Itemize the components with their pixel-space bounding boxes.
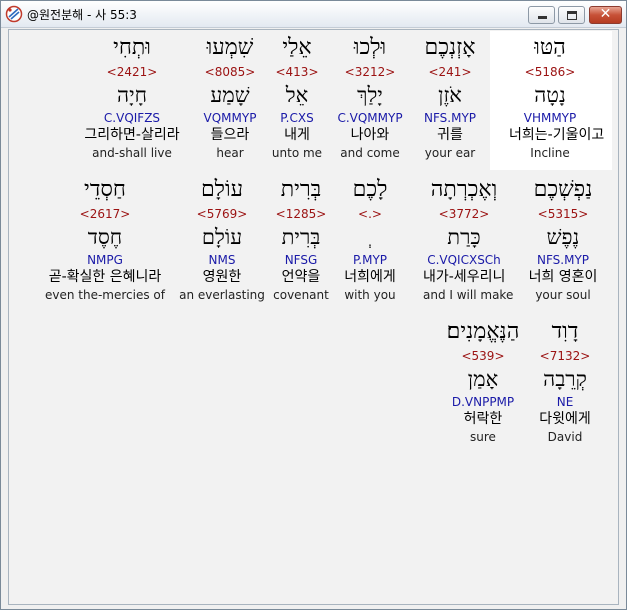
lemma: נָטָה — [534, 83, 566, 107]
korean-gloss: 영원한 — [202, 269, 242, 285]
strong-number[interactable]: <539> — [418, 348, 548, 364]
english-gloss: your ear — [424, 146, 476, 160]
morphology-code: NMPG — [87, 253, 123, 267]
english-gloss: Incline — [530, 146, 570, 160]
english-gloss: even the-mercies of — [45, 288, 165, 302]
hebrew-word: עוֹלָם — [200, 177, 244, 202]
strong-number[interactable]: <2421> — [67, 64, 197, 80]
strong-number[interactable]: <5315> — [522, 206, 604, 222]
lemma: חָיָה — [116, 83, 147, 107]
korean-gloss: 귀를 — [437, 127, 463, 143]
korean-gloss: 곧-확실한 은혜니라 — [48, 269, 162, 285]
strong-number[interactable]: <8085> — [189, 64, 271, 80]
hebrew-word: הַטּוּ — [534, 35, 566, 60]
korean-gloss: 그리하면-살리라 — [84, 127, 180, 143]
close-button[interactable]: ✕ — [589, 6, 622, 24]
word-item[interactable]: וּתְחִי <2421> חָיָה C.VQIFZS 그리하면-살리라 a… — [67, 32, 197, 161]
morphology-code: VHMMYP — [523, 111, 577, 125]
app-logo-icon — [5, 5, 23, 23]
maximize-button[interactable] — [558, 6, 585, 24]
english-gloss: your soul — [535, 288, 591, 302]
lemma: עוֹלָם — [201, 225, 243, 249]
app-window: @원전분해 - 사 55:3 ✕ הַטּוּ <5186> נָטָה VHM… — [0, 0, 627, 610]
korean-gloss: 내가-세우리니 — [423, 269, 506, 285]
korean-gloss: 너희는-기울이고 — [509, 127, 605, 143]
morphology-code: VQMMYP — [203, 111, 257, 125]
strong-number[interactable]: <5186> — [509, 64, 591, 80]
lemma: שָׁמַע — [210, 83, 250, 107]
english-gloss: hear — [216, 146, 244, 160]
maximize-icon — [567, 11, 577, 20]
morphology-code: C.VQICXSCh — [427, 253, 501, 267]
morphology-code: NFS.MYP — [423, 111, 477, 125]
strong-number[interactable]: <3772> — [423, 206, 505, 222]
morphology-code: D.VNPPMP — [451, 395, 515, 409]
word-item[interactable]: שִׁמְעוּ <8085> שָׁמַע VQMMYP 들으라 hear — [189, 32, 271, 161]
window-title: @원전분해 - 사 55:3 — [27, 8, 137, 22]
minimize-button[interactable] — [528, 6, 555, 24]
english-gloss: an everlasting — [179, 288, 265, 302]
lemma: חֶסֶד — [87, 225, 123, 249]
english-gloss: sure — [470, 430, 496, 444]
word-item[interactable]: עוֹלָם <5769> עוֹלָם NMS 영원한 an everlast… — [157, 174, 287, 303]
word-item[interactable]: נַפְשְׁכֶם <5315> נֶפֶשׁ NFS.MYP 너희 영혼이 … — [522, 174, 604, 303]
lemma: יָלַךְ — [357, 83, 383, 107]
title-bar[interactable]: @원전분해 - 사 55:3 ✕ — [1, 1, 626, 28]
word-item[interactable]: אָזְנְכֶם <241> אֹזֶן NFS.MYP 귀를 your ea… — [409, 32, 491, 161]
morphology-code: C.VQIFZS — [103, 111, 161, 125]
hebrew-word: וּלְכוּ — [353, 35, 387, 60]
korean-gloss: 들으라 — [210, 127, 250, 143]
lemma: כָּרַת — [447, 225, 481, 249]
hebrew-word: וּתְחִי — [113, 35, 151, 60]
hebrew-word: שִׁמְעוּ — [206, 35, 254, 60]
word-item[interactable]: וְאֶכְרְתָה <3772> כָּרַת C.VQICXSCh 내가-… — [423, 174, 514, 303]
close-icon: ✕ — [599, 6, 612, 22]
strong-number[interactable]: <2617> — [40, 206, 170, 222]
korean-gloss: 너희 영혼이 — [528, 269, 598, 285]
word-item[interactable]: חַסְדֵי <2617> חֶסֶד NMPG 곧-확실한 은혜니라 eve… — [40, 174, 170, 303]
morphology-code: C.VQMMYP — [337, 111, 403, 125]
morphology-code: NFS.MYP — [536, 253, 590, 267]
strong-number[interactable]: <3212> — [329, 64, 411, 80]
lemma: אָמַן — [467, 367, 499, 391]
minimize-icon — [538, 16, 547, 19]
lemma: נֶפֶשׁ — [546, 225, 580, 249]
word-item[interactable]: וּלְכוּ <3212> יָלַךְ C.VQMMYP 나아와 and c… — [329, 32, 411, 161]
english-gloss: and-shall live — [92, 146, 172, 160]
korean-gloss: 나아와 — [350, 127, 390, 143]
english-gloss: and I will make — [423, 288, 514, 302]
interlinear-panel[interactable]: הַטּוּ <5186> נָטָה VHMMYP 너희는-기울이고 Incl… — [8, 29, 619, 605]
hebrew-word: אָזְנְכֶם — [424, 35, 476, 60]
korean-gloss: 허락한 — [463, 411, 503, 427]
hebrew-word: הַנֶּאֱמָנִים׃ — [446, 319, 520, 344]
morphology-code: NMS — [208, 253, 236, 267]
strong-number[interactable]: <241> — [409, 64, 491, 80]
hebrew-word: נַפְשְׁכֶם — [533, 177, 593, 202]
english-gloss: and come — [340, 146, 400, 160]
lemma: אֹזֶן — [438, 83, 462, 107]
word-item[interactable]: הַנֶּאֱמָנִים׃ <539> אָמַן D.VNPPMP 허락한 … — [418, 316, 548, 445]
strong-number[interactable]: <5769> — [157, 206, 287, 222]
word-item[interactable]: הַטּוּ <5186> נָטָה VHMMYP 너희는-기울이고 Incl… — [509, 32, 605, 161]
hebrew-word: וְאֶכְרְתָה — [430, 177, 498, 202]
hebrew-word: חַסְדֵי — [84, 177, 126, 202]
